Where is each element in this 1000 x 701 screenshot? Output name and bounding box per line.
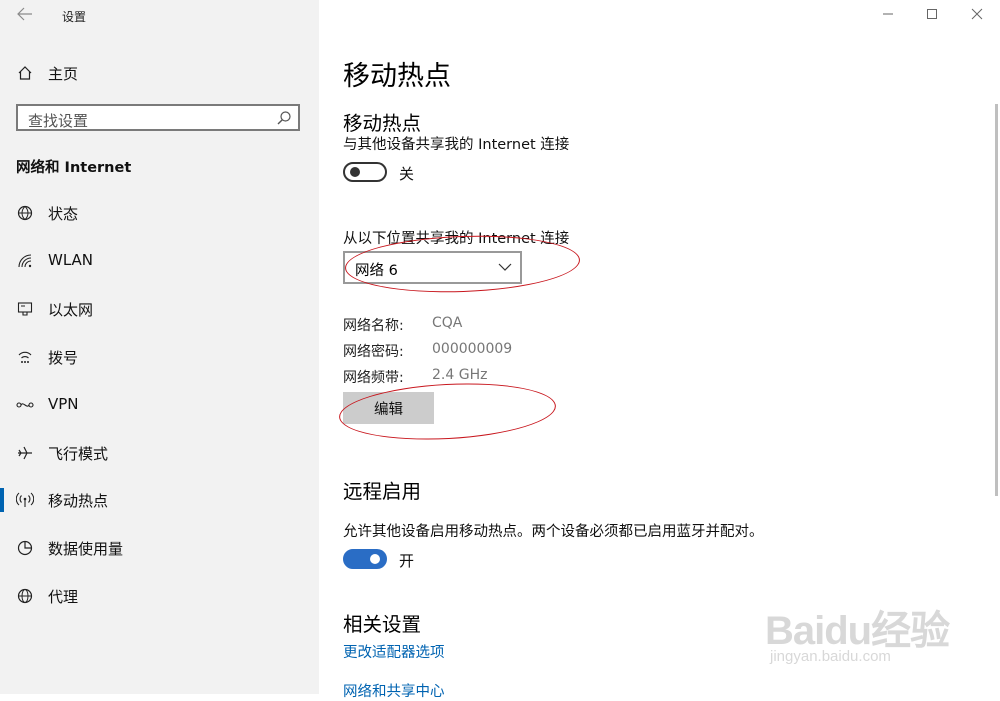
app-title: 设置 xyxy=(62,10,87,24)
sidebar-item-wlan[interactable]: WLAN xyxy=(0,243,319,279)
search-placeholder: 查找设置 xyxy=(28,112,89,130)
hotspot-description: 与其他设备共享我的 Internet 连接 xyxy=(343,137,570,153)
sidebar: 设置 主页 查找设置 网络和 Internet 状态 WLAN 以太网 拨号 V… xyxy=(0,0,319,694)
sidebar-item-label: VPN xyxy=(48,395,79,413)
section-title: 网络和 Internet xyxy=(16,160,132,176)
toggle-knob xyxy=(350,167,360,177)
hotspot-toggle-state: 关 xyxy=(399,165,415,183)
remote-description: 允许其他设备启用移动热点。两个设备必须都已启用蓝牙并配对。 xyxy=(343,524,764,540)
home-icon xyxy=(15,63,35,83)
sidebar-item-proxy[interactable]: 代理 xyxy=(0,578,319,614)
airplane-icon xyxy=(15,443,35,463)
maximize-icon[interactable] xyxy=(920,6,944,26)
watermark-url: jingyan.baidu.com xyxy=(770,648,891,665)
back-arrow-icon[interactable] xyxy=(14,6,36,26)
baidu-watermark: Baidu经验 jingyan.baidu.com xyxy=(765,586,955,676)
hotspot-toggle[interactable] xyxy=(343,162,387,182)
remote-heading: 远程启用 xyxy=(343,480,422,503)
related-heading: 相关设置 xyxy=(343,613,422,636)
network-sharing-center-link[interactable]: 网络和共享中心 xyxy=(343,680,445,701)
dialup-icon xyxy=(15,347,35,367)
sidebar-item-home[interactable]: 主页 xyxy=(0,58,319,88)
vpn-icon xyxy=(15,395,35,415)
network-name-label: 网络名称: xyxy=(343,318,404,334)
sidebar-item-status[interactable]: 状态 xyxy=(0,195,319,231)
sidebar-item-mobile-hotspot[interactable]: 移动热点 xyxy=(0,482,319,518)
adapter-options-link[interactable]: 更改适配器选项 xyxy=(343,641,445,662)
sidebar-item-label: 数据使用量 xyxy=(48,540,124,558)
proxy-icon xyxy=(15,586,35,606)
sidebar-item-label: 主页 xyxy=(48,65,79,83)
network-band-value: 2.4 GHz xyxy=(432,367,488,383)
scrollbar-thumb[interactable] xyxy=(995,104,998,496)
hotspot-heading: 移动热点 xyxy=(343,112,422,135)
ethernet-icon xyxy=(15,299,35,319)
search-icon[interactable] xyxy=(276,110,292,126)
sidebar-item-data-usage[interactable]: 数据使用量 xyxy=(0,530,319,566)
page-title: 移动热点 xyxy=(343,61,451,92)
data-usage-icon xyxy=(15,538,35,558)
sidebar-item-dialup[interactable]: 拨号 xyxy=(0,339,319,375)
globe-icon xyxy=(15,203,35,223)
remote-toggle-state: 开 xyxy=(399,552,415,570)
sidebar-item-label: 代理 xyxy=(48,588,79,606)
sidebar-item-ethernet[interactable]: 以太网 xyxy=(0,291,319,327)
network-name-value: CQA xyxy=(432,315,463,331)
network-password-label: 网络密码: xyxy=(343,344,404,360)
hotspot-icon xyxy=(15,490,35,510)
close-icon[interactable] xyxy=(965,6,989,26)
network-password-value: 000000009 xyxy=(432,341,513,357)
sidebar-item-label: 状态 xyxy=(48,205,79,223)
sidebar-item-label: 移动热点 xyxy=(48,492,109,510)
network-band-label: 网络频带: xyxy=(343,370,404,386)
sidebar-item-label: WLAN xyxy=(48,251,94,269)
toggle-knob xyxy=(370,554,380,564)
remote-toggle[interactable] xyxy=(343,549,387,569)
sidebar-item-label: 以太网 xyxy=(48,301,94,319)
wifi-icon xyxy=(15,251,35,271)
search-input[interactable]: 查找设置 xyxy=(16,104,300,131)
sidebar-item-vpn[interactable]: VPN xyxy=(0,387,319,423)
sidebar-item-airplane-mode[interactable]: 飞行模式 xyxy=(0,435,319,471)
sidebar-item-label: 飞行模式 xyxy=(48,445,109,463)
minimize-icon[interactable] xyxy=(876,6,900,26)
sidebar-item-label: 拨号 xyxy=(48,349,79,367)
